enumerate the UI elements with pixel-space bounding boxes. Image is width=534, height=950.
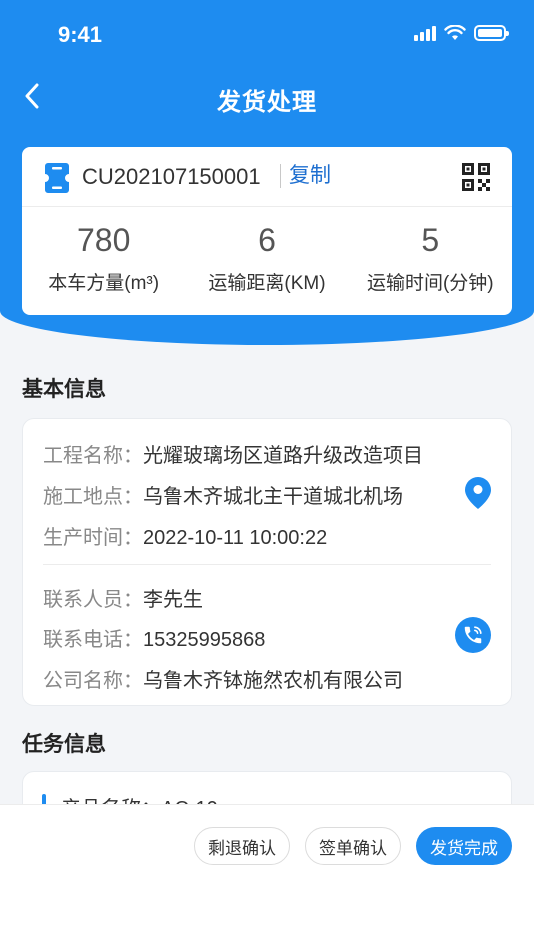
company-row: 公司名称：乌鲁木齐钵施然农机有限公司 — [43, 664, 403, 693]
production-time-row: 生产时间：2022-10-11 10:00:22 — [43, 521, 327, 550]
stat-label: 运输距离(KM) — [208, 273, 326, 294]
stats-row: 780 本车方量(m³) 6 运输距离(KM) 5 运输时间(分钟) — [22, 207, 512, 315]
contact-row: 联系人员：李先生 — [43, 583, 203, 612]
order-number-row: CU202107150001 复制 — [22, 147, 512, 207]
site-label: 施工地点： — [43, 486, 143, 508]
phone-label: 联系电话： — [43, 629, 143, 651]
qr-code-icon[interactable] — [462, 163, 490, 191]
project-row: 工程名称：光耀玻璃场区道路升级改造项目 — [43, 439, 423, 468]
order-number: CU202107150001 — [82, 164, 261, 189]
project-label: 工程名称： — [43, 445, 143, 467]
page-title: 发货处理 — [217, 89, 317, 116]
ticket-icon — [45, 163, 69, 193]
phone-icon — [464, 626, 482, 644]
project-value: 光耀玻璃场区道路升级改造项目 — [143, 445, 423, 467]
stat-label: 本车方量(m³) — [48, 273, 160, 294]
status-bar: 9:41 — [0, 0, 534, 70]
contact-value: 李先生 — [143, 589, 203, 611]
location-pin-icon[interactable] — [465, 477, 491, 509]
sign-confirm-button[interactable]: 签单确认 — [305, 827, 401, 865]
contact-label: 联系人员： — [43, 589, 143, 611]
stat-label: 运输时间(分钟) — [366, 273, 494, 294]
status-time: 9:41 — [58, 22, 103, 47]
nav-bar: 发货处理 — [0, 70, 534, 126]
company-label: 公司名称： — [43, 670, 143, 692]
stat-value: 6 — [258, 222, 276, 258]
delivery-complete-button[interactable]: 发货完成 — [416, 827, 512, 865]
bottom-action-bar: 剩退确认 签单确认 发货完成 — [0, 804, 534, 950]
battery-icon — [474, 25, 509, 41]
reject-confirm-button[interactable]: 剩退确认 — [194, 827, 290, 865]
stat-time: 5 运输时间(分钟) — [349, 207, 512, 315]
wifi-icon — [444, 25, 466, 40]
status-icons — [414, 25, 509, 41]
call-button[interactable] — [455, 617, 491, 653]
company-value: 乌鲁木齐钵施然农机有限公司 — [143, 670, 403, 692]
order-summary-card: CU202107150001 复制 780 本车方量(m³) 6 运输距离(KM… — [22, 147, 512, 315]
phone-row: 联系电话：15325995868 — [43, 623, 265, 652]
signal-icon — [414, 25, 436, 41]
stat-value: 5 — [421, 222, 440, 258]
site-row: 施工地点：乌鲁木齐城北主干道城北机场 — [43, 480, 403, 509]
production-time-value: 2022-10-11 10:00:22 — [143, 527, 328, 549]
task-info-title: 任务信息 — [22, 733, 106, 756]
copy-button[interactable]: 复制 — [280, 164, 331, 188]
divider — [43, 564, 491, 565]
production-time-label: 生产时间： — [43, 527, 143, 549]
stat-value: 780 — [76, 222, 131, 258]
stat-volume: 780 本车方量(m³) — [22, 207, 185, 315]
basic-info-card: 工程名称：光耀玻璃场区道路升级改造项目 施工地点：乌鲁木齐城北主干道城北机场 生… — [22, 418, 512, 706]
site-value: 乌鲁木齐城北主干道城北机场 — [143, 486, 403, 508]
stat-distance: 6 运输距离(KM) — [185, 207, 348, 315]
basic-info-title: 基本信息 — [22, 378, 106, 401]
phone-value: 15325995868 — [143, 629, 266, 651]
